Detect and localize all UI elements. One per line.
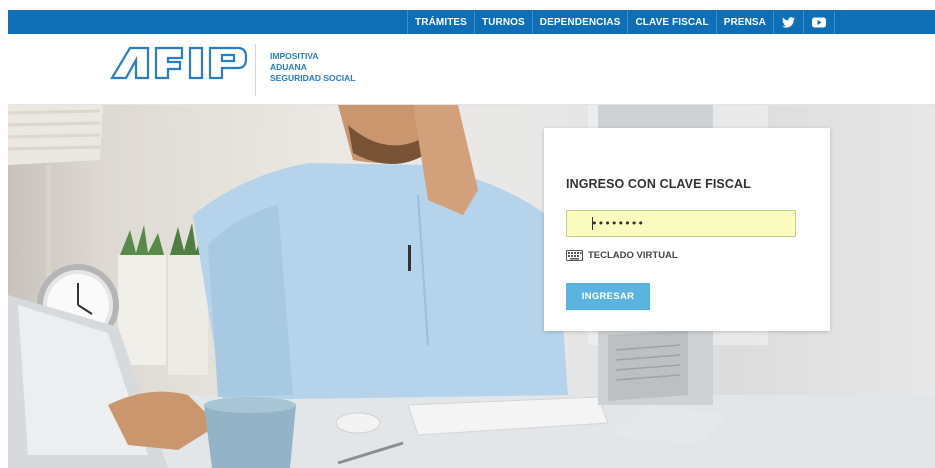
virtual-keyboard-label: TECLADO VIRTUAL (588, 250, 678, 261)
nav-item-tramites[interactable]: TRÁMITES (407, 10, 474, 34)
top-nav-bar: TRÁMITES TURNOS DEPENDENCIAS CLAVE FISCA… (8, 10, 935, 34)
submit-button[interactable]: INGRESAR (566, 283, 650, 310)
tagline-line-2: ADUANA (270, 62, 307, 72)
login-title: INGRESO CON CLAVE FISCAL (566, 177, 751, 191)
afip-logo[interactable] (110, 45, 248, 86)
tagline-line-1: IMPOSITIVA (270, 51, 319, 61)
top-nav: TRÁMITES TURNOS DEPENDENCIAS CLAVE FISCA… (407, 10, 835, 34)
keyboard-icon (566, 250, 583, 261)
youtube-icon[interactable] (803, 10, 834, 34)
nav-end-divider (834, 10, 835, 34)
tagline-line-3: SEGURIDAD SOCIAL (270, 73, 356, 83)
nav-item-clave-fiscal[interactable]: CLAVE FISCAL (627, 10, 715, 34)
virtual-keyboard-link[interactable]: TECLADO VIRTUAL (566, 250, 678, 261)
login-card: INGRESO CON CLAVE FISCAL TECLADO VIRTUAL… (544, 128, 830, 331)
afip-logo-mark (110, 46, 248, 80)
twitter-icon[interactable] (773, 10, 803, 34)
nav-item-prensa[interactable]: PRENSA (715, 10, 773, 34)
password-input[interactable] (566, 210, 796, 237)
nav-item-dependencias[interactable]: DEPENDENCIAS (531, 10, 628, 34)
afip-tagline: IMPOSITIVA ADUANA SEGURIDAD SOCIAL (270, 51, 355, 84)
site-header: IMPOSITIVA ADUANA SEGURIDAD SOCIAL (8, 34, 935, 105)
nav-item-turnos[interactable]: TURNOS (473, 10, 532, 34)
logo-divider (255, 44, 256, 96)
text-caret (592, 217, 593, 230)
